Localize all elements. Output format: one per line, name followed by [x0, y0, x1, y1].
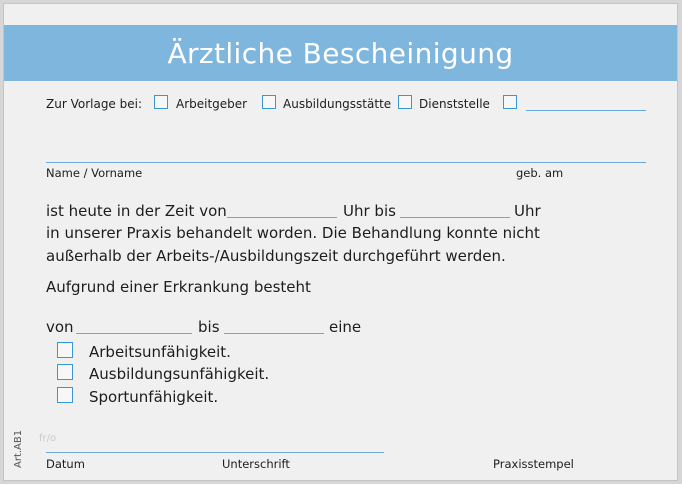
checkbox-arbeitgeber[interactable] — [154, 95, 168, 109]
checkbox-other[interactable] — [503, 95, 517, 109]
birth-label: geb. am — [516, 166, 564, 180]
illness-text: Aufgrund einer Erkrankung besteht — [46, 278, 311, 296]
period-bis-label: bis — [198, 318, 220, 336]
signature-line[interactable] — [46, 452, 384, 453]
period-to-line[interactable] — [224, 333, 324, 334]
form-title: Ärztliche Bescheinigung — [167, 36, 514, 70]
faint-mark: fr/o — [39, 433, 57, 444]
condition-sportunfaehigkeit-label: Sportunfähigkeit. — [89, 388, 219, 406]
other-field-line[interactable] — [526, 110, 646, 111]
form-header: Ärztliche Bescheinigung — [4, 25, 677, 81]
period-eine-label: eine — [329, 318, 362, 336]
time-from-line[interactable] — [227, 217, 337, 218]
checkbox-dienststelle[interactable] — [398, 95, 412, 109]
time-text-bis: Uhr bis — [343, 202, 396, 220]
treatment-text-line3: außerhalb der Arbeits-/Ausbildungszeit d… — [46, 247, 506, 265]
name-label: Name / Vorname — [46, 166, 143, 180]
checkbox-sportunfaehigkeit[interactable] — [57, 387, 73, 403]
condition-ausbildungsunfaehigkeit-label: Ausbildungsunfähigkeit. — [89, 365, 270, 383]
time-text-uhr: Uhr — [514, 202, 541, 220]
option-dienststelle-label: Dienststelle — [419, 97, 490, 111]
certificate-form: Ärztliche Bescheinigung Zur Vorlage bei:… — [3, 3, 678, 481]
checkbox-arbeitsunfaehigkeit[interactable] — [57, 342, 73, 358]
datum-label: Datum — [46, 457, 85, 471]
period-von-label: von — [46, 318, 74, 336]
name-field-line[interactable] — [46, 162, 646, 163]
checkbox-ausbildungsunfaehigkeit[interactable] — [57, 364, 73, 380]
condition-arbeitsunfaehigkeit-label: Arbeitsunfähigkeit. — [89, 343, 231, 361]
option-ausbildungsstaette-label: Ausbildungsstätte — [283, 97, 392, 111]
unterschrift-label: Unterschrift — [222, 457, 290, 471]
period-from-line[interactable] — [76, 333, 192, 334]
treatment-text-line2: in unserer Praxis behandelt worden. Die … — [46, 224, 540, 242]
time-text-start: ist heute in der Zeit von — [46, 202, 227, 220]
article-number: Art.AB1 — [13, 429, 24, 468]
vorlage-label: Zur Vorlage bei: — [46, 97, 143, 111]
time-to-line[interactable] — [400, 217, 510, 218]
option-arbeitgeber-label: Arbeitgeber — [176, 97, 248, 111]
checkbox-ausbildungsstaette[interactable] — [262, 95, 276, 109]
praxisstempel-label: Praxisstempel — [493, 457, 574, 471]
